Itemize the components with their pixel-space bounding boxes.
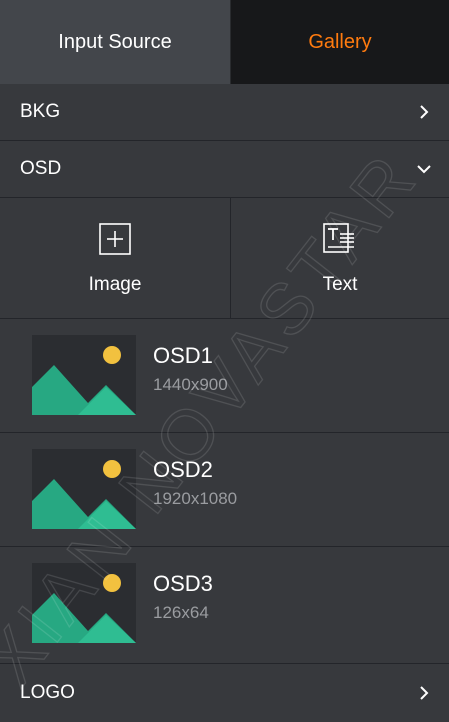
section-osd-label: OSD — [20, 158, 62, 179]
osd-add-buttons: Image Text — [0, 198, 449, 318]
osd-list-item[interactable]: OSD2 1920x1080 — [0, 433, 449, 546]
section-bkg-label: BKG — [20, 101, 61, 122]
add-text-icon — [323, 222, 357, 256]
add-text-label: Text — [322, 274, 358, 295]
chevron-down-icon — [417, 162, 431, 176]
image-thumbnail-icon — [32, 335, 136, 415]
tab-gallery[interactable]: Gallery — [231, 0, 449, 84]
add-text-button[interactable]: Text — [230, 198, 449, 318]
section-logo-label: LOGO — [20, 682, 75, 703]
osd-resolution: 1920x1080 — [153, 489, 238, 508]
osd-name: OSD1 — [153, 343, 213, 368]
chevron-right-icon — [417, 686, 431, 700]
section-osd[interactable]: OSD — [0, 141, 449, 197]
osd-resolution: 1440x900 — [153, 375, 228, 394]
section-bkg[interactable]: BKG — [0, 84, 449, 140]
image-thumbnail-icon — [32, 563, 136, 643]
osd-list-item[interactable]: OSD1 1440x900 — [0, 319, 449, 432]
osd-name: OSD2 — [153, 457, 213, 482]
osd-list-item[interactable]: OSD3 126x64 — [0, 547, 449, 660]
add-image-icon — [98, 222, 132, 256]
section-logo[interactable]: LOGO — [0, 664, 449, 722]
gallery-panel: Input Source Gallery BKG OSD Image Text … — [0, 0, 449, 722]
image-thumbnail-icon — [32, 449, 136, 529]
tab-bar: Input Source Gallery — [0, 0, 449, 84]
add-image-label: Image — [88, 274, 142, 295]
osd-resolution: 126x64 — [153, 603, 209, 622]
tab-input-source-label: Input Source — [58, 30, 172, 53]
chevron-right-icon — [417, 105, 431, 119]
osd-name: OSD3 — [153, 571, 213, 596]
tab-input-source[interactable]: Input Source — [0, 0, 231, 84]
add-image-button[interactable]: Image — [0, 198, 230, 318]
tab-gallery-label: Gallery — [308, 30, 372, 53]
